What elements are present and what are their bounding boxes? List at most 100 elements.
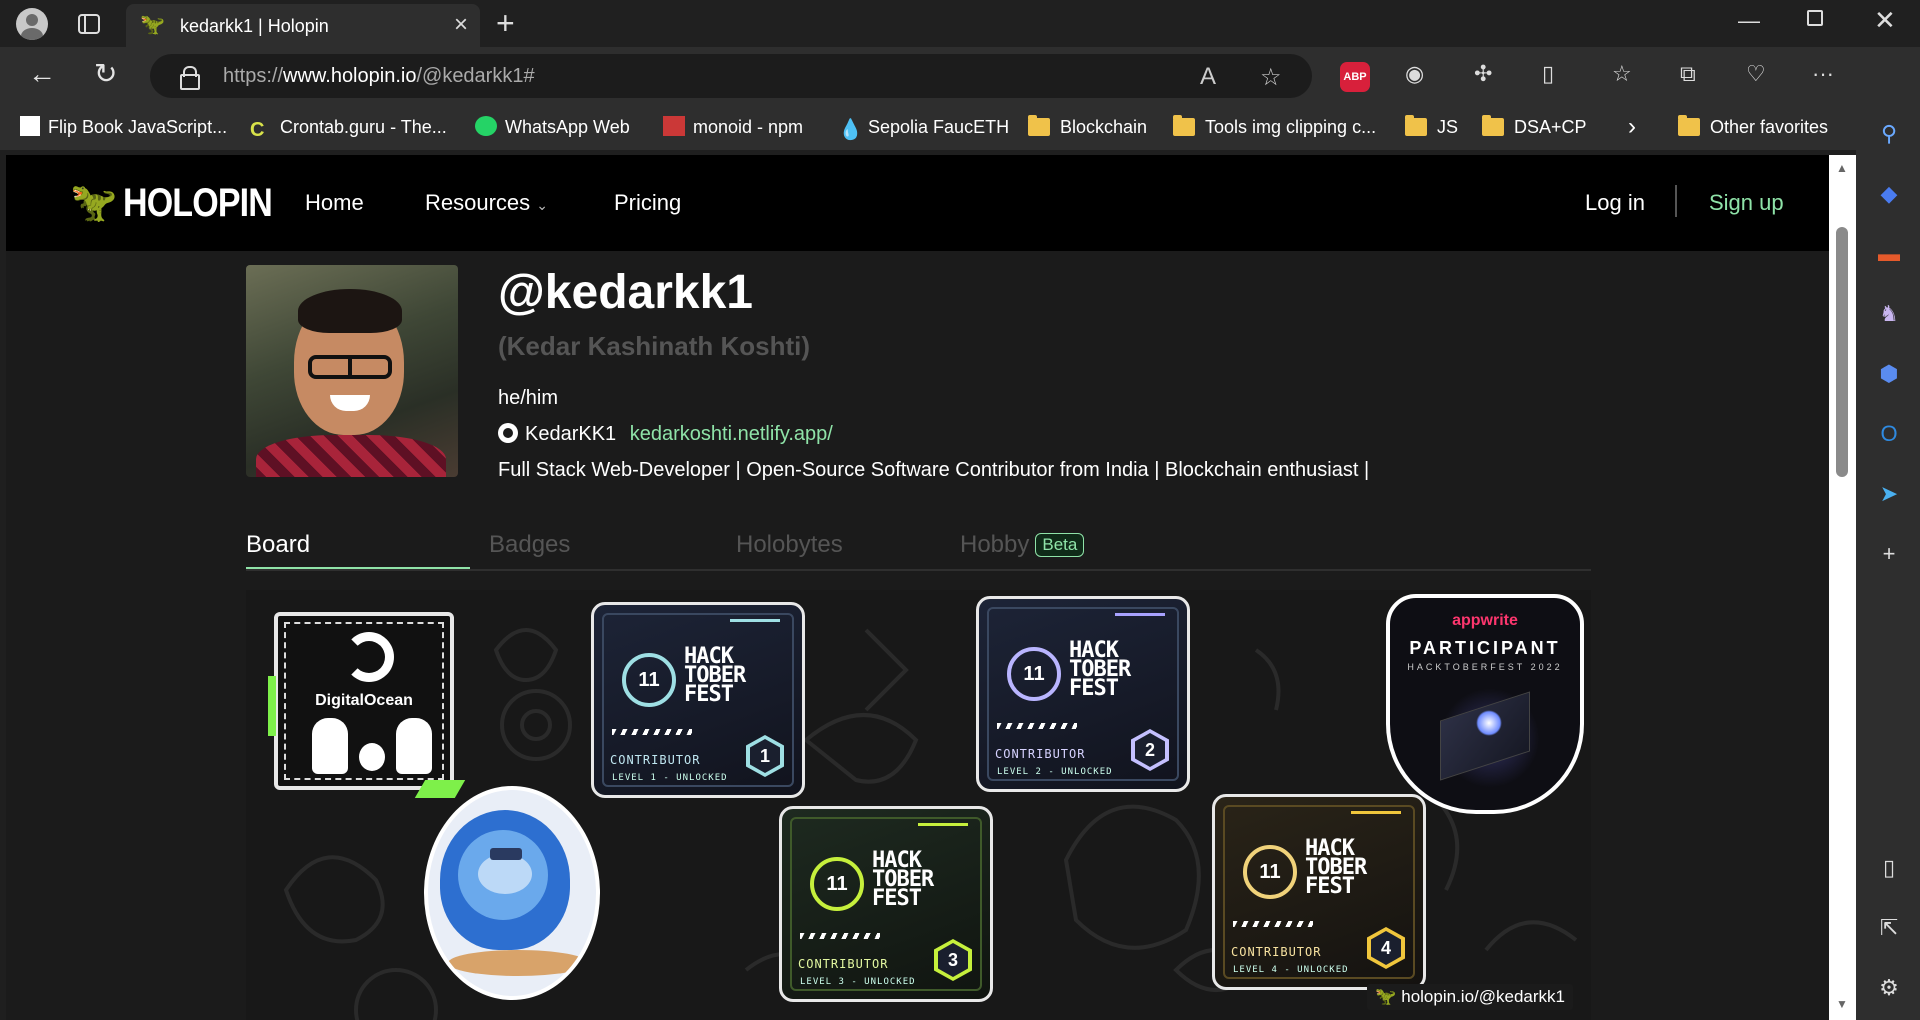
sidebar-toggle-icon[interactable]: ▯ xyxy=(1876,855,1902,881)
edge-sidebar: ⚲ ◆ ▬ ♞ ⬢ O ➤ + ▯ ⇱ ⚙ xyxy=(1856,47,1920,1020)
bookmark-folder[interactable]: DSA+CP xyxy=(1482,113,1587,141)
whatsapp-icon xyxy=(475,116,497,136)
shopping-tag-icon[interactable]: ◆ xyxy=(1876,181,1902,207)
scroll-up-arrow-icon[interactable]: ▲ xyxy=(1836,161,1848,175)
chevron-right-icon[interactable]: › xyxy=(1628,113,1636,141)
microsoft365-icon[interactable]: ⬢ xyxy=(1876,361,1902,387)
restore-icon[interactable] xyxy=(1807,10,1823,26)
level-line: LEVEL 2 - UNLOCKED xyxy=(997,767,1113,777)
hacktoberfest-level4-sticker[interactable]: 11 HACK TOBER FEST CONTRIBUTOR LEVEL 4 -… xyxy=(1212,794,1426,990)
extensions-puzzle-icon[interactable]: ✣ xyxy=(1474,60,1492,88)
hacktoberfest-level1-sticker[interactable]: 11 HACK TOBER FEST CONTRIBUTOR LEVEL 1 -… xyxy=(591,602,805,798)
browser-titlebar: 🦖 kedarkk1 | Holopin × + — ✕ xyxy=(0,0,1920,47)
profile-watermark[interactable]: 🦖 holopin.io/@kedarkk1 xyxy=(1367,984,1573,1010)
tab-badges[interactable]: Badges xyxy=(489,531,570,559)
open-external-icon[interactable]: ⇱ xyxy=(1876,915,1902,941)
tab-holobytes[interactable]: Holobytes xyxy=(736,531,843,559)
read-aloud-icon[interactable]: A xyxy=(1200,63,1216,91)
add-icon[interactable]: + xyxy=(1876,541,1902,567)
holopin-logo[interactable]: 🦖 HOLOPIN xyxy=(70,179,299,227)
nav-home[interactable]: Home xyxy=(305,190,364,216)
bookmark-folder[interactable]: Blockchain xyxy=(1028,113,1147,141)
hacktoberfest-level2-sticker[interactable]: 11 HACK TOBER FEST CONTRIBUTOR LEVEL 2 -… xyxy=(976,596,1190,792)
browser-essentials-icon[interactable]: ♡ xyxy=(1746,60,1766,88)
folder-icon xyxy=(1405,115,1427,136)
split-screen-icon[interactable]: ▯ xyxy=(1542,60,1554,88)
holopin-favicon-icon: 🦖 xyxy=(140,14,165,36)
tab-hobby[interactable]: Hobby Beta xyxy=(960,531,1085,559)
more-menu-icon[interactable]: ··· xyxy=(1812,60,1834,88)
ethereum-drop-icon: 💧 xyxy=(838,119,863,141)
contributor-label: CONTRIBUTOR xyxy=(798,957,889,971)
dino-logo-icon: 🦖 xyxy=(1375,987,1397,1006)
appwrite-participant-sticker[interactable]: appwrite PARTICIPANT HACKTOBERFEST 2022 xyxy=(1386,594,1584,814)
profile-bio: Full Stack Web-Developer | Open-Source S… xyxy=(498,459,1370,481)
nav-divider xyxy=(1675,185,1677,217)
scroll-down-arrow-icon[interactable]: ▼ xyxy=(1836,997,1848,1011)
address-bar[interactable]: https://www.holopin.io/@kedarkk1# A ☆ xyxy=(150,54,1312,98)
folder-icon xyxy=(1028,115,1050,136)
page-viewport: 🦖 HOLOPIN Home Resources ⌄ Pricing Log i… xyxy=(6,155,1829,1020)
crontab-icon: C xyxy=(250,119,265,141)
bookmark-folder[interactable]: JS xyxy=(1405,113,1458,141)
sticker-board: DigitalOcean 11 HACK TOBER FEST CONTRIBU… xyxy=(246,590,1591,1020)
bookmark-item[interactable]: monoid - npm xyxy=(663,113,803,141)
collections-icon[interactable]: ⧉ xyxy=(1680,60,1696,88)
website-link[interactable]: kedarkoshti.netlify.app/ xyxy=(630,423,833,445)
browser-tab-active[interactable]: 🦖 kedarkk1 | Holopin × xyxy=(126,4,480,47)
search-icon[interactable]: ⚲ xyxy=(1876,121,1902,147)
hacktoberfest-level3-sticker[interactable]: 11 HACK TOBER FEST CONTRIBUTOR LEVEL 3 -… xyxy=(779,806,993,1002)
github-link[interactable]: KedarKK1 xyxy=(525,423,616,445)
outlook-icon[interactable]: O xyxy=(1876,421,1902,447)
adblock-extension-icon[interactable]: ABP xyxy=(1340,62,1370,92)
refresh-icon[interactable]: ↻ xyxy=(94,58,117,90)
close-window-icon[interactable]: ✕ xyxy=(1874,5,1896,36)
page-scrollbar[interactable]: ▲ ▼ xyxy=(1829,155,1856,1020)
folder-icon xyxy=(1173,115,1195,136)
digitalocean-sticker[interactable]: DigitalOcean xyxy=(268,612,466,798)
scrollbar-thumb[interactable] xyxy=(1836,227,1848,477)
new-tab-icon[interactable]: + xyxy=(496,7,515,39)
tab-actions-icon[interactable] xyxy=(78,14,100,34)
tab-board[interactable]: Board xyxy=(246,531,310,559)
minimize-icon[interactable]: — xyxy=(1738,8,1760,34)
lightbulb-icon xyxy=(1476,710,1502,736)
tools-icon[interactable]: ▬ xyxy=(1876,241,1902,267)
bookmark-item[interactable]: C Crontab.guru - The... xyxy=(250,113,447,141)
profile-links: KedarKK1 kedarkoshti.netlify.app/ xyxy=(498,423,833,446)
active-tab-indicator xyxy=(246,567,470,569)
hacktoberfest-11-icon: 11 xyxy=(1007,647,1061,701)
url-text[interactable]: https://www.holopin.io/@kedarkk1# xyxy=(223,65,535,88)
digitalocean-logo-icon xyxy=(344,632,394,682)
hacktoberfest-11-icon: 11 xyxy=(810,857,864,911)
browser-toolbar: ← ↻ https://www.holopin.io/@kedarkk1# A … xyxy=(0,47,1920,105)
bookmark-folder[interactable]: Tools img clipping c... xyxy=(1173,113,1376,141)
hacktoberfest-title: HACK TOBER FEST xyxy=(684,644,746,707)
bookmark-item[interactable]: 💧 Sepolia FaucETH xyxy=(838,113,1009,141)
github-icon xyxy=(498,423,518,443)
folder-icon xyxy=(1678,115,1700,136)
profile-name: (Kedar Kashinath Koshti) xyxy=(498,331,811,361)
other-favorites-folder[interactable]: Other favorites xyxy=(1678,113,1828,141)
signup-link[interactable]: Sign up xyxy=(1709,190,1784,216)
lock-icon[interactable] xyxy=(180,66,200,90)
login-link[interactable]: Log in xyxy=(1585,190,1645,216)
favorite-star-icon[interactable]: ☆ xyxy=(1260,63,1282,92)
games-icon[interactable]: ♞ xyxy=(1876,301,1902,327)
bookmark-item[interactable]: Flip Book JavaScript... xyxy=(20,113,227,141)
folder-icon xyxy=(1482,115,1504,136)
level-line: LEVEL 3 - UNLOCKED xyxy=(800,977,916,987)
extension-owl-icon[interactable]: ◉ xyxy=(1405,60,1424,88)
contributor-label: CONTRIBUTOR xyxy=(610,753,701,767)
flipbook-icon xyxy=(20,116,40,136)
back-icon[interactable]: ← xyxy=(28,58,56,90)
send-icon[interactable]: ➤ xyxy=(1876,481,1902,507)
docker-wave-sticker[interactable] xyxy=(424,786,600,1000)
profile-avatar-icon[interactable] xyxy=(16,8,48,40)
favorites-icon[interactable]: ☆ xyxy=(1612,60,1632,88)
close-tab-icon[interactable]: × xyxy=(454,12,468,38)
settings-gear-icon[interactable]: ⚙ xyxy=(1876,975,1902,1001)
bookmark-item[interactable]: WhatsApp Web xyxy=(475,113,630,141)
nav-pricing[interactable]: Pricing xyxy=(614,190,681,216)
nav-resources[interactable]: Resources ⌄ xyxy=(425,190,548,216)
